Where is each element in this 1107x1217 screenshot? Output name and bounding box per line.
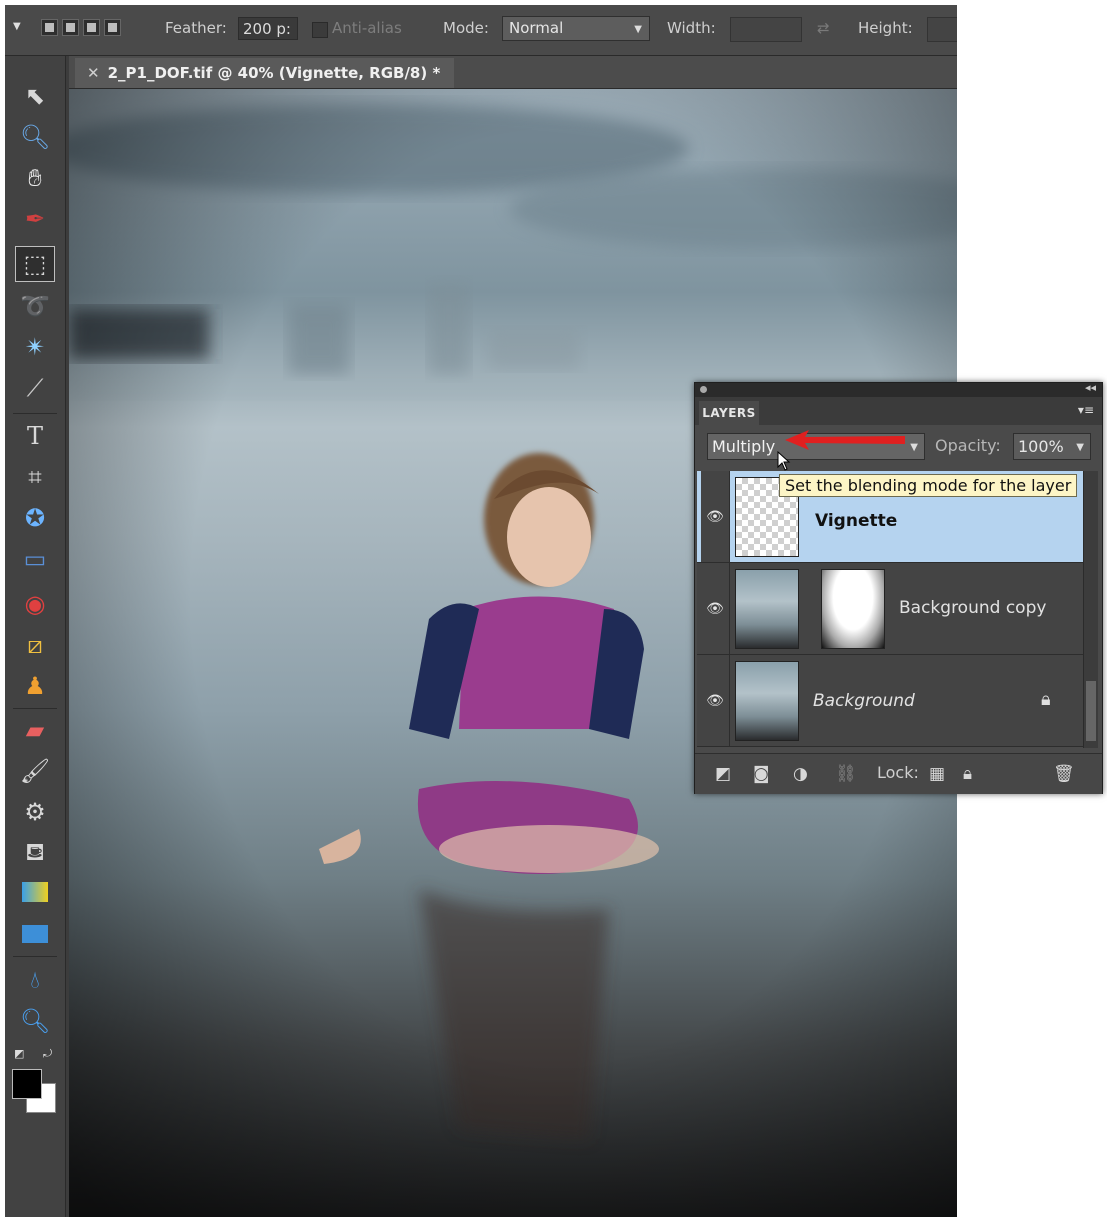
add-to-selection-icon[interactable] [62, 19, 79, 36]
layer-mask-thumbnail[interactable] [821, 569, 885, 649]
layer-row-background-copy[interactable]: 👁︎ Background copy [697, 563, 1083, 655]
collapse-panel-icon[interactable]: ◂◂ [1085, 381, 1096, 394]
visibility-eye-icon[interactable]: 👁︎ [701, 471, 730, 562]
new-layer-icon[interactable]: ◩ [715, 764, 731, 784]
layer-thumbnail [735, 661, 799, 741]
tools-panel: ⬉ 🔍︎ ✋︎ ✒ ⬚ ➰ ✴ ⟋ T ⌗ ✪ ▭ ◉ ⧄ ♟ ▰ 🖌︎ ⚙ ⛾… [5, 56, 66, 1217]
document-title: 2_P1_DOF.tif @ 40% (Vignette, RGB/8) * [107, 64, 441, 82]
adjustment-layer-icon[interactable]: ◑ [793, 764, 808, 784]
red-eye-tool-icon[interactable]: ◉ [15, 586, 55, 622]
blend-mode-value: Multiply [712, 437, 776, 456]
zoom-tool-icon[interactable]: 🔍︎ [15, 119, 55, 155]
swap-colors-icon[interactable]: ⤾ [43, 1047, 52, 1061]
mode-select-value: Normal [509, 19, 564, 37]
mode-select[interactable]: Normal ▼ [502, 16, 650, 41]
anti-alias-label: Anti-alias [332, 19, 402, 37]
lock-all-icon[interactable]: 🔒︎ [963, 764, 972, 784]
intersect-selection-icon[interactable] [104, 19, 121, 36]
chevron-down-icon: ▼ [634, 24, 642, 35]
opacity-value: 100% [1018, 437, 1064, 456]
mouse-cursor-icon [777, 451, 791, 471]
eyedropper-tool-icon[interactable]: ✒ [15, 201, 55, 237]
eraser-tool-icon[interactable]: ▰ [15, 712, 55, 748]
panel-menu-icon[interactable]: ▾≡ [1078, 403, 1094, 417]
paint-bucket-tool-icon[interactable]: ⛾ [15, 835, 55, 871]
new-selection-icon[interactable] [41, 19, 58, 36]
opacity-label: Opacity: [935, 436, 1001, 455]
crop-tool-icon[interactable]: ⌗ [15, 459, 55, 495]
layers-panel: ◂◂ LAYERS ▾≡ Multiply ▼ Opacity: 100% ▼ … [694, 381, 1103, 794]
anti-alias-checkbox[interactable] [312, 22, 328, 38]
panel-tab-row: LAYERS ▾≡ [695, 397, 1102, 425]
height-label: Height: [858, 19, 913, 37]
layer-name: Background [813, 691, 915, 711]
magic-wand-tool-icon[interactable]: ✴ [15, 329, 55, 365]
layers-panel-footer: ◩ ◙ ◑ ⛓ Lock: ▦ 🔒︎ 🗑︎ [695, 753, 1102, 794]
lasso-tool-icon[interactable]: ➰ [15, 288, 55, 324]
width-label: Width: [667, 19, 716, 37]
feather-input[interactable]: 200 p: [238, 17, 298, 40]
rectangular-marquee-tool-icon[interactable]: ⬚ [15, 246, 55, 282]
add-layer-mask-icon[interactable]: ◙ [753, 764, 770, 784]
blend-mode-tooltip: Set the blending mode for the layer [779, 474, 1078, 497]
lock-transparency-icon[interactable]: ▦ [929, 764, 945, 784]
toolbar-divider [13, 708, 57, 709]
chevron-down-icon: ▼ [910, 442, 918, 453]
visibility-eye-icon[interactable]: 👁︎ [701, 563, 730, 654]
toolbar-divider [13, 956, 57, 957]
layer-thumbnail [735, 569, 799, 649]
tab-layers[interactable]: LAYERS [699, 401, 759, 425]
layer-row-background[interactable]: 👁︎ Background 🔒︎ [697, 655, 1083, 747]
straighten-tool-icon[interactable]: ▭ [15, 541, 55, 577]
blur-tool-icon[interactable]: 💧︎ [15, 962, 55, 998]
move-tool-icon[interactable]: ⬉ [15, 78, 55, 114]
mode-label: Mode: [443, 19, 489, 37]
foreground-color-swatch[interactable] [12, 1069, 42, 1099]
spot-healing-tool-icon[interactable]: ⧄ [15, 627, 55, 663]
selection-mode-buttons [41, 19, 121, 36]
clone-stamp-tool-icon[interactable]: ♟ [15, 668, 55, 704]
lock-label: Lock: [877, 763, 919, 782]
subtract-from-selection-icon[interactable] [83, 19, 100, 36]
panel-title-bar[interactable]: ◂◂ [695, 381, 1102, 397]
shape-tool-icon[interactable] [15, 916, 55, 952]
opacity-field[interactable]: 100% ▼ [1013, 433, 1091, 460]
layers-scrollbar[interactable] [1083, 471, 1098, 748]
cookie-cutter-tool-icon[interactable]: ✪ [15, 500, 55, 536]
link-layers-icon[interactable]: ⛓ [835, 764, 857, 784]
document-tab[interactable]: ✕ 2_P1_DOF.tif @ 40% (Vignette, RGB/8) * [75, 58, 455, 88]
layer-name: Vignette [815, 511, 898, 531]
panel-close-icon[interactable] [700, 386, 707, 393]
swap-dimensions-icon[interactable]: ⇄ [817, 19, 830, 37]
lock-icon: 🔒︎ [1041, 689, 1051, 710]
visibility-eye-icon[interactable]: 👁︎ [701, 655, 730, 746]
scrollbar-thumb[interactable] [1086, 681, 1096, 741]
hand-tool-icon[interactable]: ✋︎ [15, 160, 55, 196]
document-tab-bar: ✕ 2_P1_DOF.tif @ 40% (Vignette, RGB/8) * [69, 56, 957, 89]
chevron-down-icon: ▼ [1076, 442, 1084, 453]
close-icon[interactable]: ✕ [87, 64, 100, 82]
default-colors-icon[interactable]: ◩ [14, 1047, 24, 1060]
height-input[interactable] [927, 17, 957, 42]
layers-list: 👁︎ Vignette 👁︎ Background copy 👁︎ Backgr… [697, 471, 1083, 748]
tool-options-bar: ▼ Feather: 200 p: Anti-alias Mode: Norma… [5, 5, 957, 56]
layer-name: Background copy [899, 598, 1047, 618]
sponge-tool-icon[interactable]: 🔍︎ [15, 1003, 55, 1039]
quick-selection-tool-icon[interactable]: ⟋ [15, 370, 55, 406]
red-annotation-arrow [785, 430, 905, 450]
toolbar-divider [13, 413, 57, 414]
delete-layer-icon[interactable]: 🗑︎ [1053, 764, 1075, 784]
gradient-tool-icon[interactable] [15, 874, 55, 910]
feather-label: Feather: [165, 19, 227, 37]
width-input[interactable] [730, 17, 802, 42]
type-tool-icon[interactable]: T [15, 418, 55, 454]
brush-tool-icon[interactable]: 🖌︎ [15, 753, 55, 789]
smart-brush-tool-icon[interactable]: ⚙ [15, 794, 55, 830]
tool-preset-dropdown-icon[interactable]: ▼ [13, 21, 21, 32]
